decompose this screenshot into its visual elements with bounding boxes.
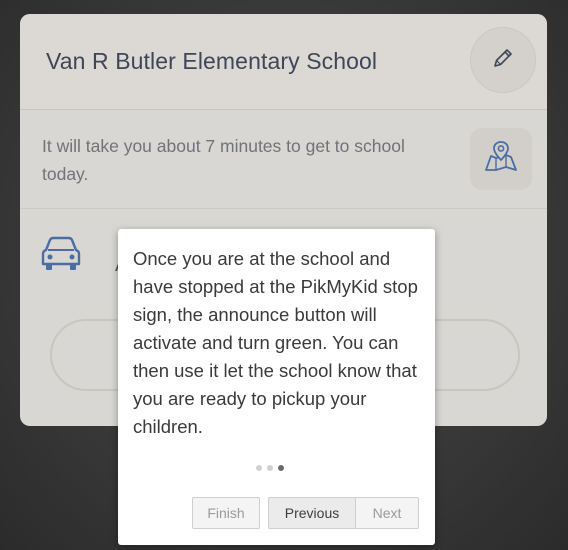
eta-text: It will take you about 7 minutes to get …: [42, 136, 405, 184]
page-dot: [256, 465, 262, 471]
edit-school-button[interactable]: [470, 27, 536, 93]
finish-button[interactable]: Finish: [192, 497, 260, 529]
map-pin-icon: [482, 138, 520, 181]
page-dot: [267, 465, 273, 471]
next-button[interactable]: Next: [356, 497, 419, 529]
previous-button[interactable]: Previous: [268, 497, 356, 529]
divider: [20, 208, 547, 209]
map-button[interactable]: [470, 128, 532, 190]
page-indicator: [256, 465, 284, 471]
tooltip-actions: Finish Previous Next: [192, 497, 419, 529]
screen-overlay: Van R Butler Elementary School It will t…: [0, 0, 568, 550]
tooltip-message: Once you are at the school and have stop…: [133, 248, 418, 437]
pencil-icon: [491, 46, 515, 75]
car-icon: [40, 234, 82, 274]
divider: [20, 109, 547, 110]
page-dot-active: [278, 465, 284, 471]
tour-tooltip: Once you are at the school and have stop…: [118, 229, 435, 545]
school-name: Van R Butler Elementary School: [46, 48, 378, 74]
